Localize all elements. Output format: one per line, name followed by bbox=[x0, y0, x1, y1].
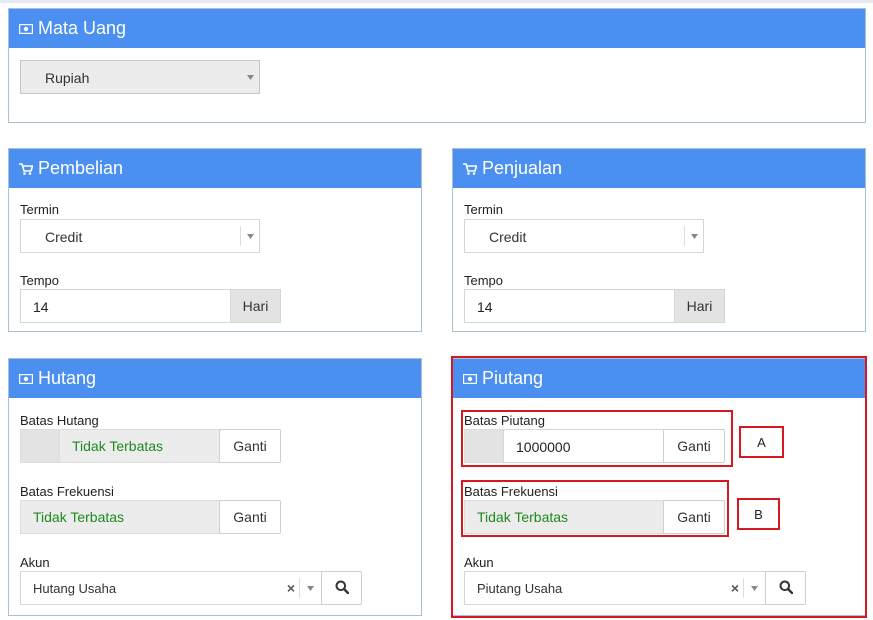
piutang-frekuensi-highlight-box bbox=[461, 480, 729, 537]
hutang-frekuensi-label: Batas Frekuensi bbox=[20, 484, 114, 499]
pembelian-tempo-value: 14 bbox=[33, 299, 49, 315]
chevron-down-icon bbox=[241, 61, 259, 93]
penjualan-tempo-value: 14 bbox=[477, 299, 493, 315]
annotation-label-a: A bbox=[739, 426, 784, 458]
penjualan-panel: Penjualan Termin Credit Tempo 14 Hari bbox=[452, 148, 866, 332]
hutang-akun-label: Akun bbox=[20, 555, 50, 570]
pembelian-termin-select[interactable]: Credit bbox=[20, 219, 260, 253]
annotation-label-b: B bbox=[737, 498, 780, 530]
pembelian-termin-value: Credit bbox=[45, 229, 83, 245]
currency-value: Rupiah bbox=[45, 70, 90, 86]
penjualan-termin-select[interactable]: Credit bbox=[464, 219, 704, 253]
pembelian-tempo-input[interactable]: 14 bbox=[20, 289, 231, 323]
pembelian-tempo-label: Tempo bbox=[20, 273, 60, 288]
mata-uang-panel: Mata Uang Rupiah bbox=[8, 8, 866, 123]
batas-hutang-ganti-button[interactable]: Ganti bbox=[219, 429, 281, 463]
penjualan-tempo-unit: Hari bbox=[675, 289, 725, 323]
penjualan-termin-label: Termin bbox=[464, 202, 504, 217]
cart-icon bbox=[463, 162, 477, 175]
pembelian-termin-label: Termin bbox=[20, 202, 60, 217]
clear-icon[interactable]: × bbox=[287, 580, 295, 596]
hutang-akun-value: Hutang Usaha bbox=[33, 581, 117, 596]
mata-uang-title: Mata Uang bbox=[38, 18, 127, 38]
pembelian-tempo-unit: Hari bbox=[231, 289, 281, 323]
hutang-akun-search-button[interactable] bbox=[321, 571, 362, 605]
batas-hutang-prefix bbox=[20, 429, 60, 463]
hutang-frekuensi-ganti-button[interactable]: Ganti bbox=[219, 500, 281, 534]
hutang-akun-select[interactable]: Hutang Usaha × bbox=[20, 571, 322, 605]
mata-uang-header: Mata Uang bbox=[9, 9, 865, 48]
penjualan-header: Penjualan bbox=[453, 149, 865, 188]
batas-hutang-label: Batas Hutang bbox=[20, 413, 99, 428]
cart-icon bbox=[19, 162, 33, 175]
money-icon bbox=[19, 373, 33, 384]
batas-hutang-value: Tidak Terbatas bbox=[72, 438, 164, 454]
pembelian-panel: Pembelian Termin Credit Tempo 14 Hari bbox=[8, 148, 422, 332]
chevron-down-icon bbox=[685, 220, 703, 252]
penjualan-tempo-input[interactable]: 14 bbox=[464, 289, 675, 323]
chevron-down-icon bbox=[241, 220, 259, 252]
batas-piutang-highlight-box bbox=[461, 410, 733, 467]
hutang-title: Hutang bbox=[38, 368, 97, 388]
money-icon bbox=[19, 23, 33, 34]
currency-select[interactable]: Rupiah bbox=[20, 60, 260, 94]
penjualan-termin-value: Credit bbox=[489, 229, 527, 245]
top-border bbox=[0, 0, 873, 3]
penjualan-title: Penjualan bbox=[482, 158, 563, 178]
search-icon bbox=[335, 580, 349, 597]
hutang-frekuensi-value: Tidak Terbatas bbox=[33, 509, 125, 525]
chevron-down-icon[interactable] bbox=[300, 572, 321, 604]
pembelian-title: Pembelian bbox=[38, 158, 124, 178]
hutang-header: Hutang bbox=[9, 359, 421, 398]
pembelian-header: Pembelian bbox=[9, 149, 421, 188]
penjualan-tempo-label: Tempo bbox=[464, 273, 504, 288]
hutang-panel: Hutang Batas Hutang Tidak Terbatas Ganti… bbox=[8, 358, 422, 616]
